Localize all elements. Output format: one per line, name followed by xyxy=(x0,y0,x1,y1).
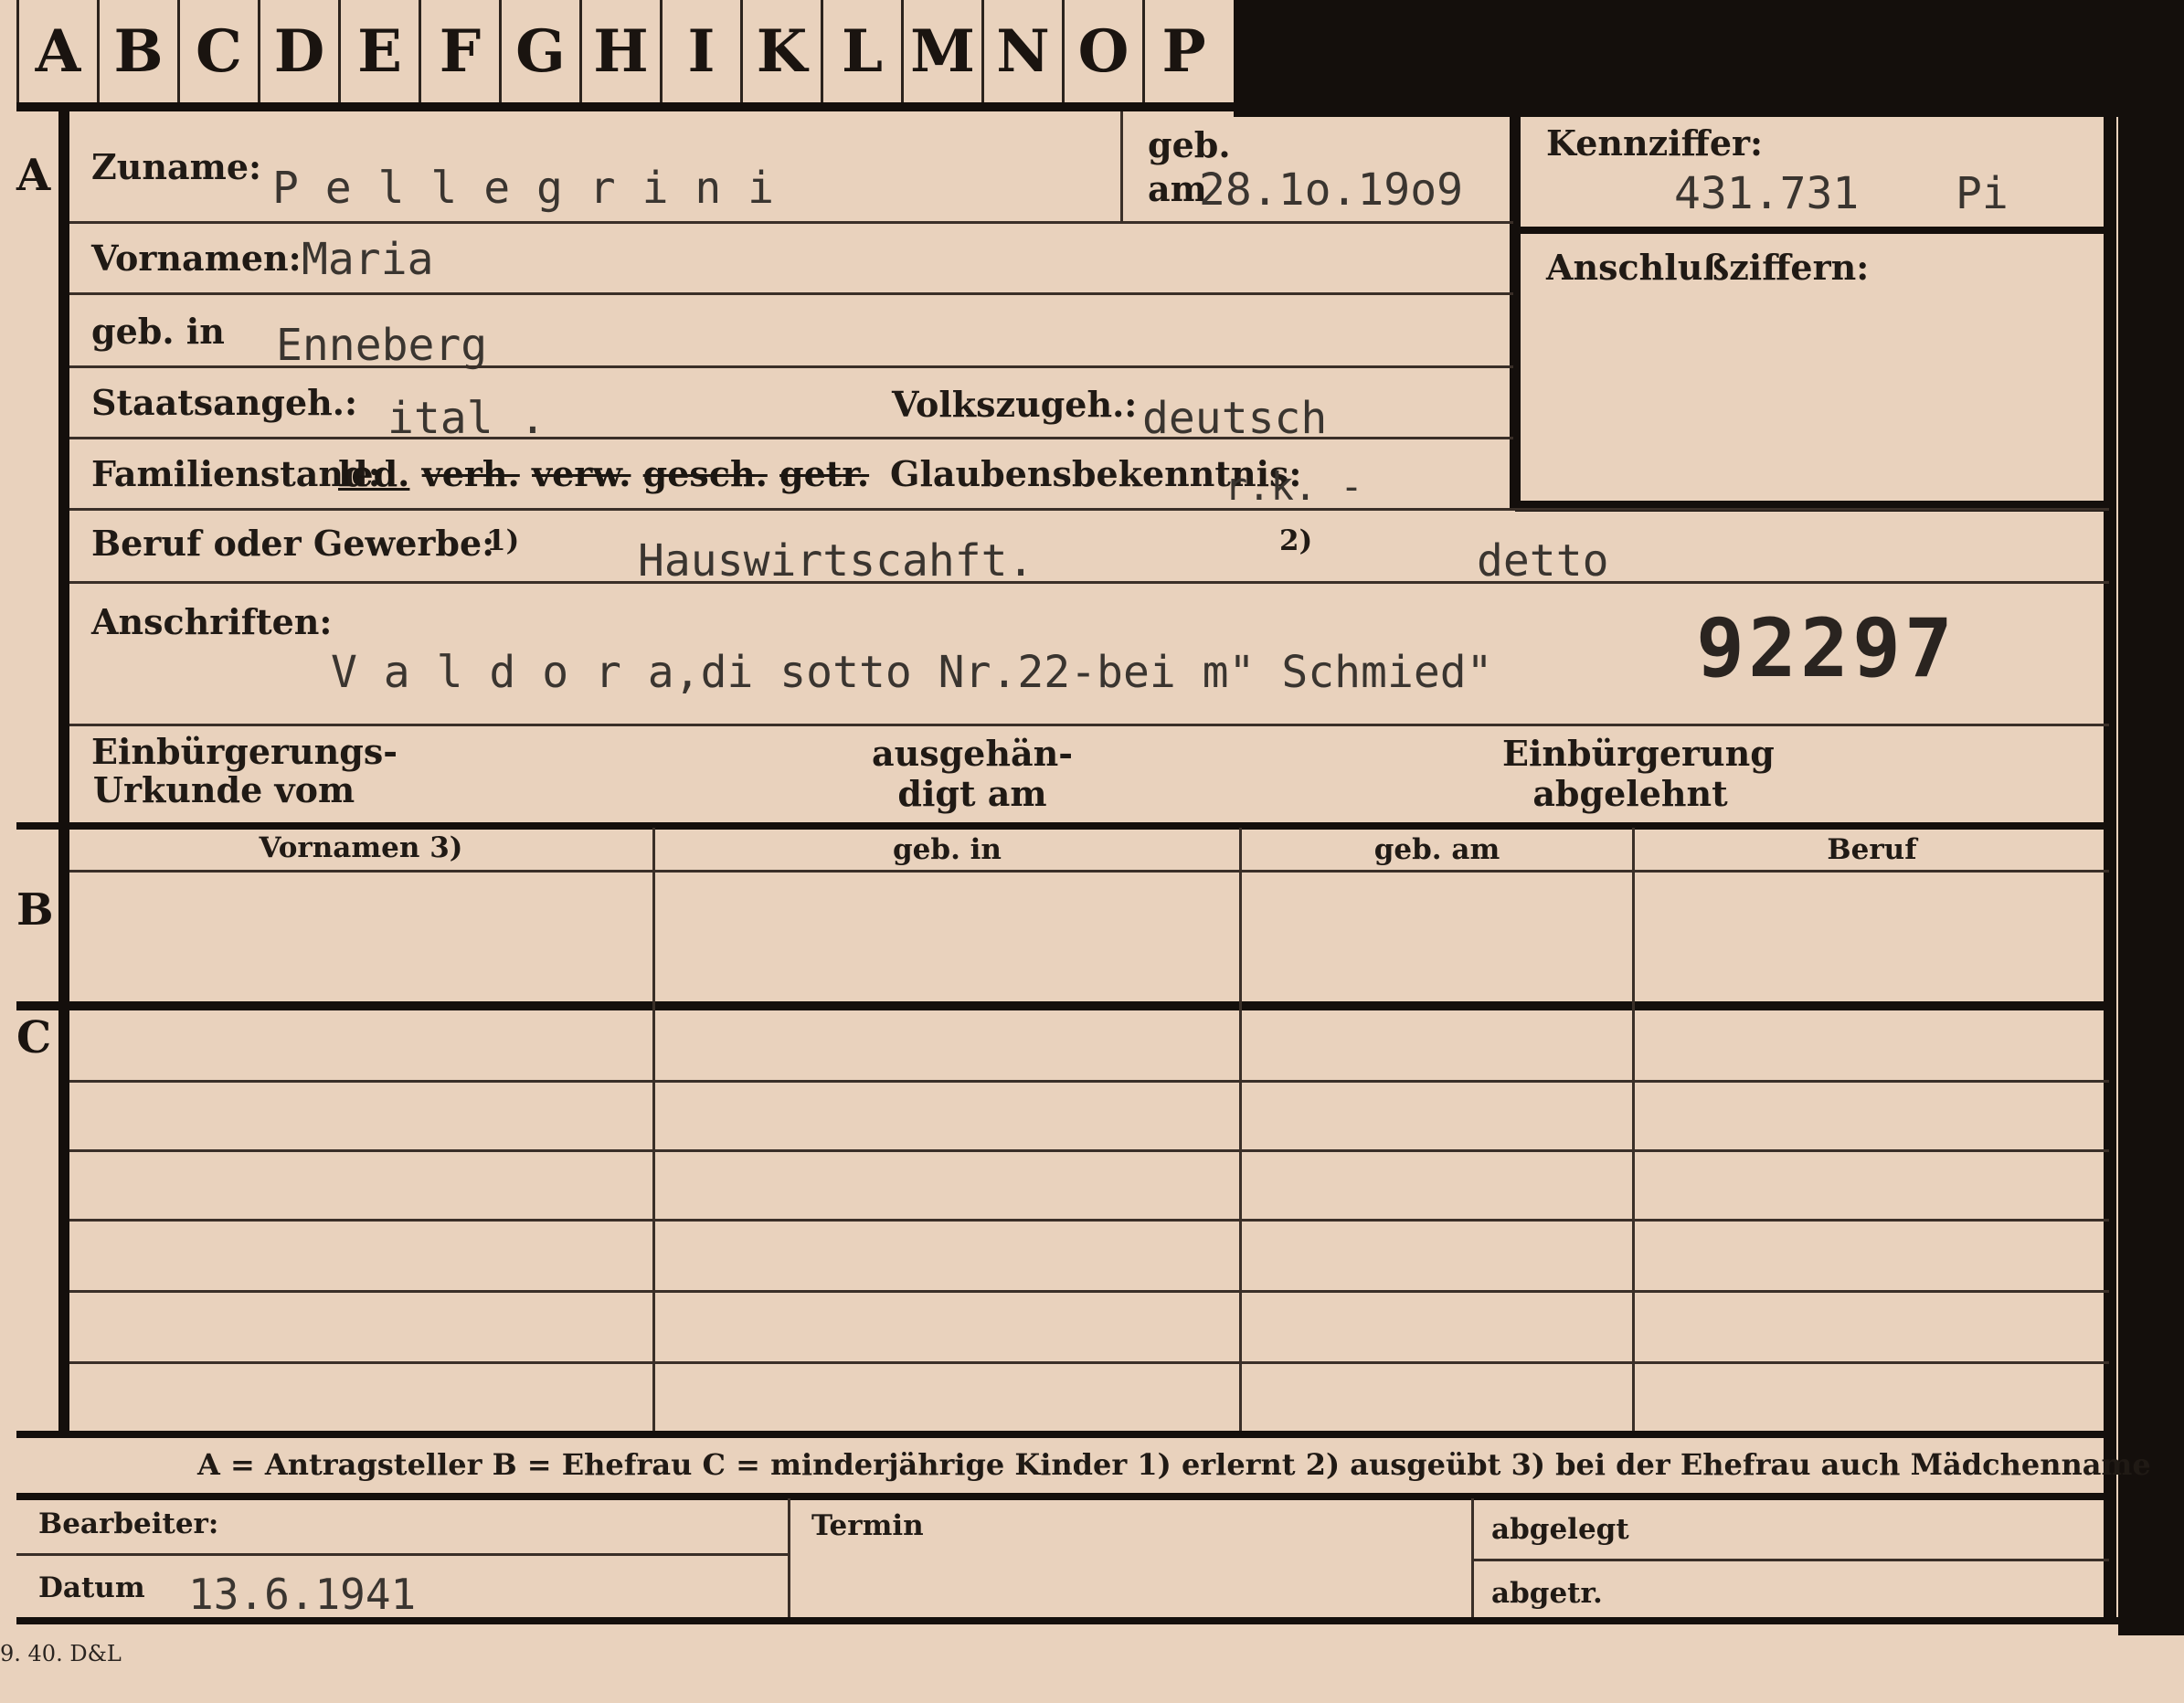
abgelegt-label: abgelegt xyxy=(1491,1513,1629,1546)
staatsangeh-label: Staatsangeh.: xyxy=(91,382,358,423)
index-tab-d[interactable]: D xyxy=(258,0,338,102)
vornamen-label: Vornamen: xyxy=(91,238,302,279)
background-top-right xyxy=(1234,0,2184,117)
card-top-rule xyxy=(16,102,2118,111)
index-tab-p[interactable]: P xyxy=(1142,0,1223,102)
termin-label: Termin xyxy=(811,1509,924,1542)
rule-3 xyxy=(69,365,1513,368)
print-code: 9. 40. D&L xyxy=(0,1641,122,1666)
volkszugeh-label: Volkszugeh.: xyxy=(892,384,1138,425)
familienstand-option-gesch: gesch. xyxy=(642,453,768,494)
ausgehaendigt-label-line1: ausgehän- xyxy=(871,733,1074,774)
kennziffer-box-divider xyxy=(1515,227,2109,234)
index-tab-a[interactable]: A xyxy=(16,0,97,102)
table-header-rule xyxy=(69,870,2109,873)
index-tab-c[interactable]: C xyxy=(177,0,258,102)
index-tab-g[interactable]: G xyxy=(499,0,579,102)
zuname-label: Zuname: xyxy=(91,146,262,187)
index-tab-h[interactable]: H xyxy=(579,0,660,102)
section-c-label: C xyxy=(16,1012,52,1063)
rule-1 xyxy=(69,221,1513,224)
table-row-rule-5 xyxy=(69,1361,2109,1364)
stamp-number: 92297 xyxy=(1696,601,1956,695)
abgelehnt-label-line2: abgelehnt xyxy=(1532,773,1728,814)
rule-6 xyxy=(69,581,2109,584)
familienstand-option-led: led. xyxy=(338,453,410,494)
beruf-note-1: 1) xyxy=(486,524,520,557)
rule-5 xyxy=(69,508,2109,511)
index-tab-l[interactable]: L xyxy=(821,0,901,102)
legend-text: A = Antragsteller B = Ehefrau C = minder… xyxy=(197,1447,2151,1482)
beruf-value-2: detto xyxy=(1477,535,1609,587)
geb-am-value: 28.1o.19o9 xyxy=(1199,164,1463,216)
kennziffer-label: Kennziffer: xyxy=(1546,122,1764,164)
index-tab-f[interactable]: F xyxy=(419,0,499,102)
familienstand-options: led. verh. verw. gesch. getr. xyxy=(338,453,869,494)
kennziffer-box-left xyxy=(1510,117,1521,510)
section-b-c-divider xyxy=(16,1001,2109,1010)
index-tab-strip: ABCDEFGHIKLMNOP xyxy=(16,0,1234,106)
table-row-rule-2 xyxy=(69,1149,2109,1152)
geb-in-value: Enneberg xyxy=(276,320,488,371)
index-tab-n[interactable]: N xyxy=(981,0,1062,102)
footer-mid-rule-right xyxy=(1471,1559,2109,1561)
card-left-bar xyxy=(58,106,69,1431)
geb-am-divider xyxy=(1120,111,1123,221)
table-header-beruf: Beruf xyxy=(1827,833,1917,866)
rule-7 xyxy=(69,724,2109,726)
anschriften-value: V a l d o r a,di sotto Nr.22-bei m" Schm… xyxy=(331,647,1493,698)
table-row-rule-4 xyxy=(69,1290,2109,1293)
vornamen-value: Maria xyxy=(302,234,434,285)
datum-value: 13.6.1941 xyxy=(188,1570,417,1619)
familienstand-option-verw: verw. xyxy=(532,453,631,494)
zuname-value: P e l l e g r i n i xyxy=(272,163,775,214)
bearbeiter-label: Bearbeiter: xyxy=(38,1507,219,1540)
table-top-rule xyxy=(16,822,2109,830)
legend-bottom-rule xyxy=(16,1493,2109,1500)
legend-top-rule xyxy=(16,1431,2109,1438)
familienstand-option-getr: getr. xyxy=(779,453,870,494)
anschriften-label: Anschriften: xyxy=(91,601,333,642)
geb-in-label: geb. in xyxy=(91,311,225,352)
table-header-geb-in: geb. in xyxy=(893,833,1002,866)
index-tab-e[interactable]: E xyxy=(338,0,419,102)
table-header-geb-am: geb. am xyxy=(1373,833,1500,866)
index-tab-o[interactable]: O xyxy=(1062,0,1142,102)
beruf-value-1: Hauswirtscahft. xyxy=(638,535,1034,587)
glaubensbekenntnis-value: r.k. - xyxy=(1225,464,1363,509)
index-tab-b[interactable]: B xyxy=(97,0,177,102)
index-tab-k[interactable]: K xyxy=(740,0,821,102)
background-right-edge xyxy=(2118,0,2184,1635)
rule-2 xyxy=(69,292,1513,295)
urkunde-label-line1: Einbürgerungs- xyxy=(91,731,398,772)
table-row-rule-3 xyxy=(69,1219,2109,1222)
ausgehaendigt-label-line2: digt am xyxy=(897,773,1047,814)
footer-mid-rule-left xyxy=(16,1553,790,1556)
table-col-3 xyxy=(1632,828,1635,1431)
beruf-note-2: 2) xyxy=(1279,524,1313,557)
table-col-1 xyxy=(652,828,655,1431)
index-tab-i[interactable]: I xyxy=(660,0,740,102)
geb-label: geb. xyxy=(1148,124,1231,165)
kennziffer-value: 431.731 xyxy=(1674,168,1860,219)
footer-col-1 xyxy=(788,1498,790,1619)
section-b-label: B xyxy=(16,884,54,936)
abgelehnt-label-line1: Einbürgerung xyxy=(1502,733,1775,774)
anschlussziffern-label: Anschlußziffern: xyxy=(1546,247,1870,288)
rule-4 xyxy=(69,437,1513,439)
kennziffer-suffix: Pi xyxy=(1956,168,2009,219)
table-row-rule-1 xyxy=(69,1080,2109,1083)
abgetr-label: abgetr. xyxy=(1491,1577,1603,1610)
index-tab-m[interactable]: M xyxy=(901,0,981,102)
datum-label: Datum xyxy=(38,1571,145,1604)
section-a-label: A xyxy=(16,150,51,201)
beruf-label: Beruf oder Gewerbe: xyxy=(91,523,495,564)
table-header-vornamen: Vornamen 3) xyxy=(259,831,463,864)
urkunde-label-line2: Urkunde vom xyxy=(92,769,355,810)
familienstand-option-verh: verh. xyxy=(421,453,520,494)
table-col-2 xyxy=(1239,828,1242,1431)
